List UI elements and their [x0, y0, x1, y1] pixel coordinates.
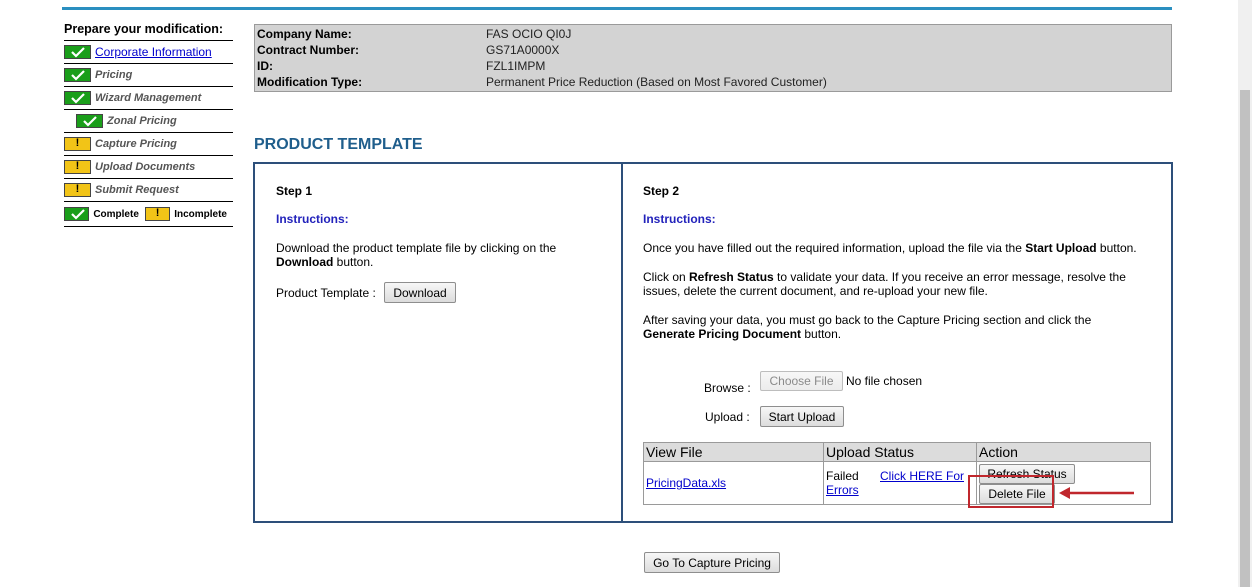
sidebar-item-label: Wizard Management [95, 92, 202, 104]
modification-type-label: Modification Type: [257, 75, 363, 89]
sidebar-item-label: Zonal Pricing [107, 115, 177, 127]
sidebar-item-label: Pricing [95, 69, 133, 81]
id-label: ID: [257, 59, 273, 73]
step1-panel: Step 1 Instructions: Download the produc… [253, 162, 623, 523]
company-name-label: Company Name: [257, 27, 352, 41]
sidebar-item-capture-pricing[interactable]: ! Capture Pricing [64, 133, 233, 156]
step1-instructions-label: Instructions: [276, 212, 349, 226]
company-name-value: FAS OCIO QI0J [486, 27, 572, 41]
modification-sidebar: Prepare your modification: Corporate Inf… [64, 22, 233, 227]
sidebar-item-submit-request[interactable]: ! Submit Request [64, 179, 233, 202]
contract-info-box: Company Name: FAS OCIO QI0J Contract Num… [254, 24, 1172, 92]
complete-check-icon [64, 207, 90, 221]
column-header-upload-status: Upload Status [823, 442, 977, 462]
top-accent-bar [62, 7, 1172, 10]
sidebar-item-label: Capture Pricing [95, 138, 177, 150]
product-template-label: Product Template : [276, 286, 376, 300]
upload-label: Upload : [705, 410, 750, 424]
id-value: FZL1IMPM [486, 59, 546, 73]
status-legend: Complete ! Incomplete [64, 202, 233, 227]
no-file-chosen-text: No file chosen [846, 374, 923, 388]
delete-file-highlight-box [968, 475, 1054, 508]
step2-instruction-2: Click on Refresh Status to validate your… [643, 270, 1126, 298]
sidebar-item-label[interactable]: Corporate Information [95, 45, 212, 59]
complete-check-icon [64, 91, 91, 105]
vertical-scrollbar[interactable] [1238, 0, 1252, 587]
sidebar-item-upload-documents[interactable]: ! Upload Documents [64, 156, 233, 179]
start-upload-button[interactable]: Start Upload [760, 406, 844, 427]
scrollbar-thumb[interactable] [1240, 90, 1250, 587]
pricing-data-file-link[interactable]: PricingData.xls [646, 476, 726, 490]
view-file-cell: PricingData.xls [643, 461, 824, 505]
legend-complete-label: Complete [93, 208, 139, 220]
step2-instruction-3: After saving your data, you must go back… [643, 313, 1092, 341]
step1-title: Step 1 [276, 184, 313, 198]
go-to-capture-pricing-button[interactable]: Go To Capture Pricing [644, 552, 780, 573]
choose-file-button[interactable]: Choose File [760, 371, 843, 391]
contract-number-label: Contract Number: [257, 43, 360, 57]
incomplete-warning-icon: ! [64, 183, 91, 197]
contract-number-value: GS71A0000X [486, 43, 560, 57]
sidebar-title: Prepare your modification: [64, 22, 233, 41]
column-header-action: Action [976, 442, 1151, 462]
complete-check-icon [64, 45, 91, 59]
modification-type-value: Permanent Price Reduction (Based on Most… [486, 75, 827, 89]
step2-instructions-label: Instructions: [643, 212, 716, 226]
errors-link[interactable]: Click HERE For Errors [826, 469, 971, 497]
incomplete-warning-icon: ! [64, 137, 91, 151]
sidebar-item-corporate-information[interactable]: Corporate Information [64, 41, 233, 64]
pointer-arrow-icon [1059, 487, 1134, 499]
sidebar-item-zonal-pricing[interactable]: Zonal Pricing [64, 110, 233, 133]
incomplete-warning-icon: ! [144, 207, 171, 221]
sidebar-item-pricing[interactable]: Pricing [64, 64, 233, 87]
step2-instruction-1: Once you have filled out the required in… [643, 241, 1137, 255]
sidebar-item-label: Submit Request [95, 184, 179, 196]
step1-instructions-text: Download the product template file by cl… [276, 241, 557, 269]
step2-panel: Step 2 Instructions: Once you have fille… [621, 162, 1173, 523]
upload-status-cell: Failed Click HERE For Errors [823, 461, 977, 505]
step2-title: Step 2 [643, 184, 680, 198]
incomplete-warning-icon: ! [64, 160, 91, 174]
sidebar-item-label: Upload Documents [95, 161, 196, 173]
complete-check-icon [64, 68, 91, 82]
page-title: PRODUCT TEMPLATE [254, 136, 423, 153]
complete-check-icon [76, 114, 103, 128]
sidebar-item-wizard-management[interactable]: Wizard Management [64, 87, 233, 110]
download-button[interactable]: Download [384, 282, 456, 303]
browse-label: Browse : [704, 381, 751, 395]
legend-incomplete-label: Incomplete [174, 208, 227, 220]
column-header-view-file: View File [643, 442, 824, 462]
table-header-row: View File Upload Status Action [643, 442, 1151, 462]
